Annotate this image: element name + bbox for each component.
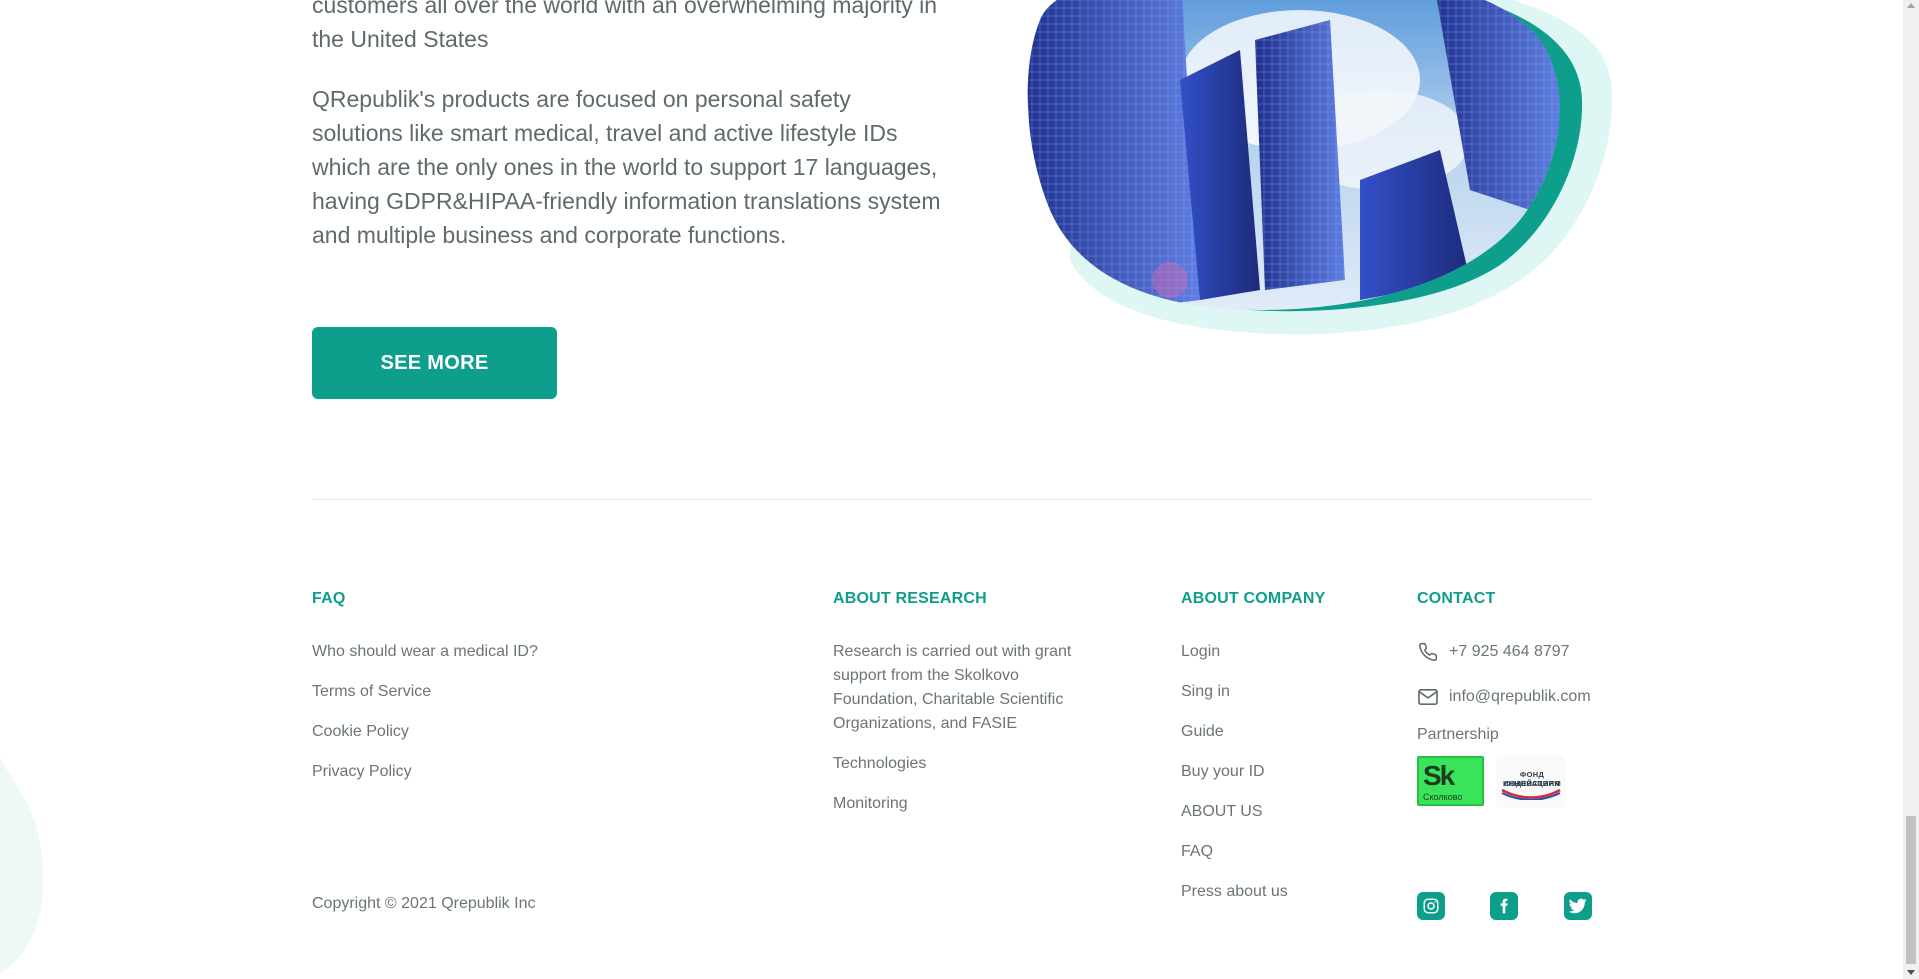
fasie-logo-swoosh bbox=[1501, 788, 1561, 800]
instagram-icon[interactable] bbox=[1417, 892, 1445, 920]
footer-contact-column: CONTACT +7 925 464 8797 info@qrepublik.c… bbox=[1417, 590, 1597, 808]
research-link-monitoring[interactable]: Monitoring bbox=[833, 792, 1103, 816]
section-divider bbox=[312, 499, 1592, 500]
twitter-icon[interactable] bbox=[1564, 892, 1592, 920]
footer-company-column: ABOUT COMPANY Login Sing in Guide Buy yo… bbox=[1181, 590, 1326, 920]
skyscrapers-image bbox=[1027, 0, 1613, 335]
facebook-icon[interactable] bbox=[1490, 892, 1518, 920]
partnership-label: Partnership bbox=[1417, 726, 1499, 743]
company-link-about-us[interactable]: ABOUT US bbox=[1181, 800, 1326, 824]
partner-logos: Sk Сколково ФОНД СОДЕЙСТВИЯ ИННОВАЦИЯМ bbox=[1417, 756, 1597, 808]
copyright-text: Copyright © 2021 Qrepublik Inc bbox=[312, 895, 536, 912]
skolkovo-logo[interactable]: Sk Сколково bbox=[1417, 756, 1484, 806]
phone-icon bbox=[1417, 641, 1439, 663]
research-description: Research is carried out with grant suppo… bbox=[833, 643, 1072, 732]
company-heading: ABOUT COMPANY bbox=[1181, 590, 1326, 607]
skolkovo-logo-mark: Sk bbox=[1423, 760, 1455, 791]
company-link-press[interactable]: Press about us bbox=[1181, 880, 1326, 904]
contact-phone[interactable]: +7 925 464 8797 bbox=[1417, 640, 1597, 664]
faq-link-terms[interactable]: Terms of Service bbox=[312, 680, 538, 704]
faq-link-cookie[interactable]: Cookie Policy bbox=[312, 720, 538, 744]
products-paragraph: QRepublik's products are focused on pers… bbox=[312, 86, 941, 248]
company-link-login[interactable]: Login bbox=[1181, 640, 1326, 664]
fasie-logo-line2: ИННОВАЦИЯМ bbox=[1502, 779, 1562, 788]
research-heading: ABOUT RESEARCH bbox=[833, 590, 987, 607]
scroll-down-arrow-icon[interactable] bbox=[1907, 970, 1915, 975]
company-link-guide[interactable]: Guide bbox=[1181, 720, 1326, 744]
footer-faq-column: FAQ Who should wear a medical ID? Terms … bbox=[312, 590, 538, 800]
faq-link-medical-id[interactable]: Who should wear a medical ID? bbox=[312, 640, 538, 664]
company-link-faq[interactable]: FAQ bbox=[1181, 840, 1326, 864]
company-link-buy-id[interactable]: Buy your ID bbox=[1181, 760, 1326, 784]
skolkovo-logo-text: Сколково bbox=[1423, 792, 1463, 802]
page-scrollbar[interactable] bbox=[1903, 0, 1919, 979]
contact-email[interactable]: info@qrepublik.com bbox=[1417, 685, 1597, 709]
intro-paragraph: customers all over the world with an ove… bbox=[312, 0, 938, 52]
contact-heading: CONTACT bbox=[1417, 590, 1496, 607]
scroll-up-arrow-icon[interactable] bbox=[1907, 3, 1915, 8]
see-more-button[interactable]: SEE MORE bbox=[312, 327, 557, 399]
page: customers all over the world with an ove… bbox=[0, 0, 1903, 979]
scroll-thumb[interactable] bbox=[1906, 816, 1916, 964]
footer-research-column: ABOUT RESEARCH Research is carried out w… bbox=[833, 590, 1103, 832]
fasie-logo[interactable]: ФОНД СОДЕЙСТВИЯ ИННОВАЦИЯМ bbox=[1496, 756, 1566, 808]
company-link-sign-in[interactable]: Sing in bbox=[1181, 680, 1326, 704]
email-address: info@qrepublik.com bbox=[1449, 688, 1591, 705]
faq-heading: FAQ bbox=[312, 590, 346, 607]
phone-number: +7 925 464 8797 bbox=[1449, 643, 1570, 660]
research-link-technologies[interactable]: Technologies bbox=[833, 752, 1103, 776]
mail-icon bbox=[1417, 686, 1439, 708]
decorative-blob bbox=[0, 757, 44, 974]
faq-link-privacy[interactable]: Privacy Policy bbox=[312, 760, 538, 784]
